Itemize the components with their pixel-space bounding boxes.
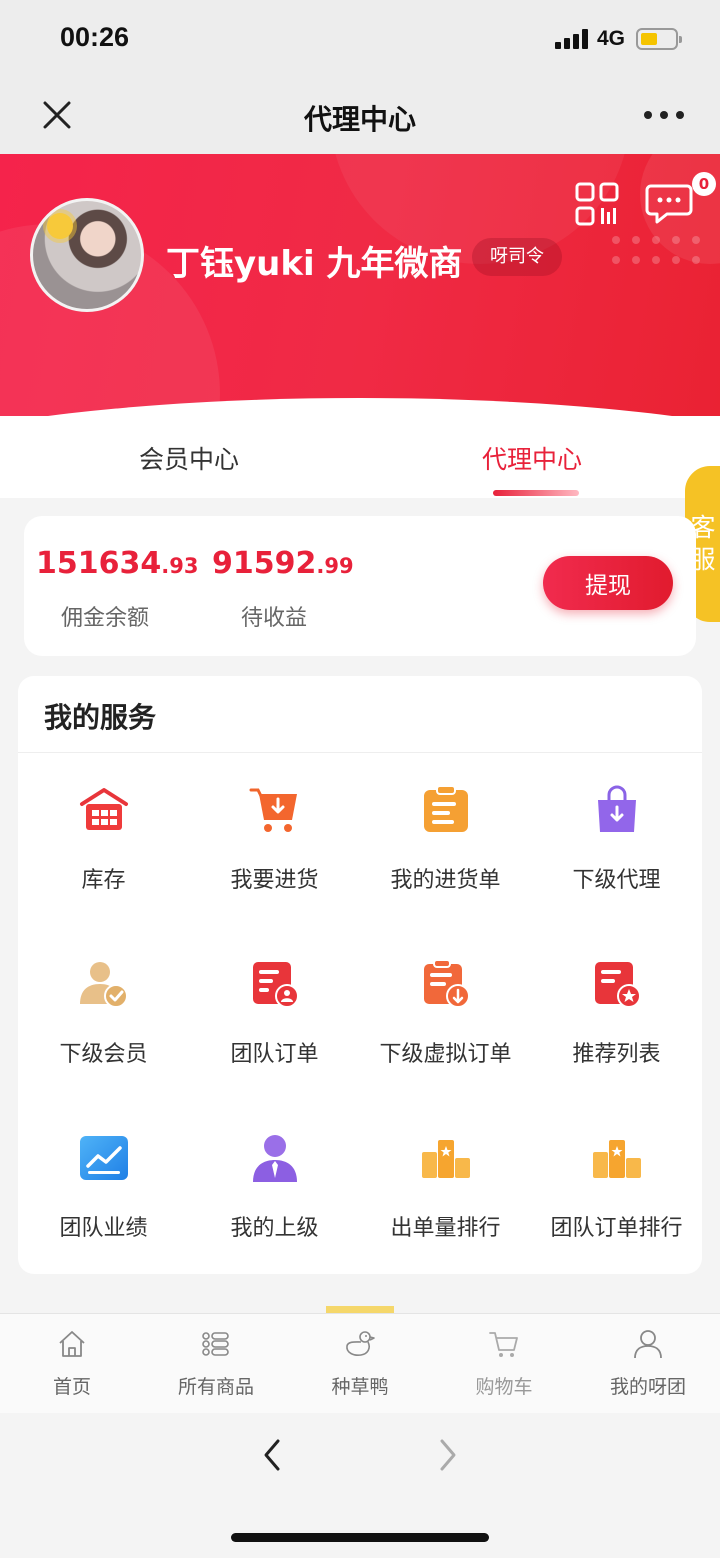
commission-balance: 151634.93: [36, 546, 199, 581]
order-download-icon: [424, 959, 470, 1008]
cart-download-icon: [249, 788, 297, 832]
duck-icon: [346, 1331, 375, 1356]
avatar[interactable]: [30, 198, 144, 312]
bottom-tab-my-account[interactable]: 我的呀团: [576, 1314, 720, 1414]
cart-icon: [489, 1332, 518, 1357]
browser-toolbar: [0, 1413, 720, 1558]
order-star-icon: [595, 962, 641, 1008]
more-icon[interactable]: [640, 111, 688, 121]
decor-dots: [612, 236, 712, 276]
services-title: 我的服务: [44, 701, 157, 734]
list-icon: [202, 1332, 229, 1356]
service-my-purchase-orders[interactable]: 我的进货单: [360, 758, 531, 930]
center-tabs: 会员中心 代理中心: [0, 416, 720, 498]
my-services-panel: 我的服务 库存 我要进货 我的进货单 下级代理 下级会员 团队订单 下级虚拟订单…: [18, 676, 702, 1274]
bottom-tab-all-products[interactable]: 所有商品: [144, 1314, 288, 1414]
service-inventory[interactable]: 库存: [18, 758, 189, 930]
profile-header: 丁钰yuki 九年微商 呀司令 0: [0, 154, 720, 416]
order-team-icon: [253, 962, 299, 1008]
service-team-performance[interactable]: 团队业绩: [18, 1106, 189, 1278]
service-sub-members[interactable]: 下级会员: [18, 932, 189, 1104]
signal-icon: [555, 29, 589, 49]
bottom-tab-home[interactable]: 首页: [0, 1314, 144, 1414]
service-my-superior[interactable]: 我的上级: [189, 1106, 360, 1278]
pending-income-label: 待收益: [241, 606, 308, 631]
trend-chart-icon: [80, 1136, 128, 1180]
message-icon[interactable]: [645, 184, 693, 224]
clipboard-icon: [424, 785, 468, 832]
bag-download-icon: [598, 785, 636, 832]
bottom-tab-cart[interactable]: 购物车: [432, 1314, 576, 1414]
service-team-order-ranking[interactable]: 团队订单排行: [531, 1106, 702, 1278]
qr-code-icon[interactable]: [575, 182, 619, 226]
user-name: 丁钰yuki 九年微商: [166, 244, 463, 284]
commission-balance-label: 佣金余额: [61, 606, 150, 631]
forward-arrow-icon[interactable]: [432, 1435, 464, 1475]
status-bar: 00:26 4G: [0, 0, 720, 78]
service-restock[interactable]: 我要进货: [189, 758, 360, 930]
status-time: 00:26: [60, 22, 130, 52]
active-tab-indicator: [493, 490, 579, 496]
manager-icon: [253, 1135, 297, 1182]
service-referral-list[interactable]: 推荐列表: [531, 932, 702, 1104]
service-team-orders[interactable]: 团队订单: [189, 932, 360, 1104]
service-sub-agents[interactable]: 下级代理: [531, 758, 702, 930]
level-badge: 呀司令: [472, 238, 562, 276]
service-sub-virtual-orders[interactable]: 下级虚拟订单: [360, 932, 531, 1104]
tab-member-center[interactable]: 会员中心: [139, 440, 239, 476]
user-icon: [634, 1330, 662, 1359]
user-check-icon: [80, 962, 128, 1008]
nav-bar: 代理中心: [0, 78, 720, 154]
ranking-podium-icon: [422, 1140, 470, 1178]
pending-income: 91592.99: [212, 546, 354, 581]
home-icon: [59, 1331, 85, 1357]
tab-agent-center[interactable]: 代理中心: [482, 440, 582, 476]
message-count-badge: 0: [692, 172, 716, 196]
network-type: 4G: [597, 27, 626, 50]
ranking-podium-icon: [593, 1140, 641, 1178]
service-order-volume-ranking[interactable]: 出单量排行: [360, 1106, 531, 1278]
home-indicator: [231, 1533, 489, 1542]
balance-card: 151634.93 佣金余额 91592.99 待收益 提现: [24, 516, 696, 656]
bottom-tab-duck[interactable]: 种草鸭: [288, 1314, 432, 1414]
warehouse-icon: [80, 788, 128, 830]
battery-icon: [636, 28, 682, 50]
bottom-tab-bar: 首页 所有商品 种草鸭 购物车 我的呀团: [0, 1313, 720, 1413]
back-arrow-icon[interactable]: [256, 1435, 288, 1475]
page-title: 代理中心: [303, 103, 416, 136]
withdraw-button[interactable]: 提现: [543, 556, 673, 610]
